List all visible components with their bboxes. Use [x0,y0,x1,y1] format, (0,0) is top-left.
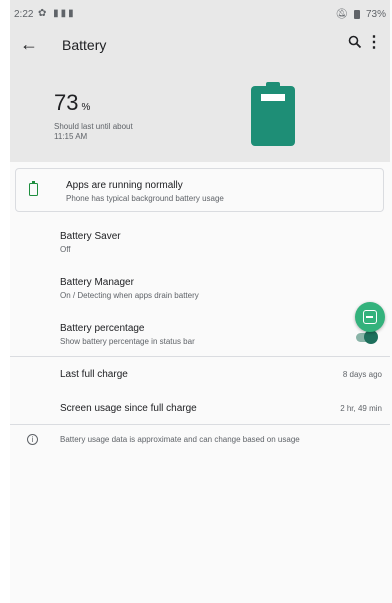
estimate-line-1: Should last until about [54,122,133,131]
scan-fab-button[interactable] [355,302,385,332]
estimate-line-2: 11:15 AM [54,132,88,141]
setting-desc: Off [60,245,71,254]
battery-summary: 73% Should last until about 11:15 AM [10,62,390,162]
tip-subtitle: Phone has typical background battery usa… [66,194,224,203]
stat-value: 8 days ago [342,370,382,379]
info-icon: i [27,434,38,445]
battery-ok-icon [29,181,38,196]
stat-value: 2 hr, 49 min [340,404,382,413]
screen-gutter [0,0,10,603]
stat-screen-usage[interactable]: Screen usage since full charge 2 hr, 49 … [10,401,390,421]
divider [10,424,390,425]
battery-percent-unit: % [81,102,91,113]
divider [10,356,390,357]
arrow-left-icon[interactable]: ← [20,34,38,55]
battery-tip-card[interactable]: Apps are running normally Phone has typi… [15,168,384,212]
battery-percent-display: 73% [54,90,90,116]
status-bar: 2:22 ✿ ▮▮▮ 🔕︎ 73% [10,0,390,28]
no-notifications-icon: 🔕︎ [335,9,348,20]
page-title: Battery [62,37,107,53]
toggle-thumb[interactable] [364,330,378,344]
search-icon[interactable] [348,35,362,54]
stat-last-full-charge[interactable]: Last full charge 8 days ago [10,367,390,387]
battery-settings-screen: 2:22 ✿ ▮▮▮ 🔕︎ 73% ← Battery ⋮ 73% Should… [10,0,390,603]
stat-label: Last full charge [60,369,128,380]
status-right-icons: 🔕︎ 73% [335,9,386,20]
battery-large-icon [251,82,295,146]
battery-estimate: Should last until about 11:15 AM [54,122,174,142]
battery-window [261,94,285,101]
scan-icon [363,310,377,324]
battery-mini-icon [353,10,360,19]
tip-title: Apps are running normally [66,180,183,191]
setting-label: Battery Manager [60,277,134,288]
status-left-icons: ✿ ▮▮▮ [38,8,76,19]
stat-label: Screen usage since full charge [60,403,197,414]
status-battery-percent: 73% [365,9,386,20]
setting-label: Battery Saver [60,231,121,242]
setting-battery-manager[interactable]: Battery Manager On / Detecting when apps… [10,275,390,309]
setting-desc: Show battery percentage in status bar [60,337,195,346]
status-time: 2:22 [14,9,34,20]
setting-battery-saver[interactable]: Battery Saver Off [10,229,390,263]
app-bar: ← Battery ⋮ [10,28,390,62]
more-vert-icon[interactable]: ⋮ [366,35,382,51]
usage-disclaimer: Battery usage data is approximate and ca… [60,435,300,444]
battery-percent-value: 73 [54,90,79,115]
setting-label: Battery percentage [60,323,145,334]
setting-desc: On / Detecting when apps drain battery [60,291,199,300]
setting-battery-percentage[interactable]: Battery percentage Show battery percenta… [10,321,390,355]
